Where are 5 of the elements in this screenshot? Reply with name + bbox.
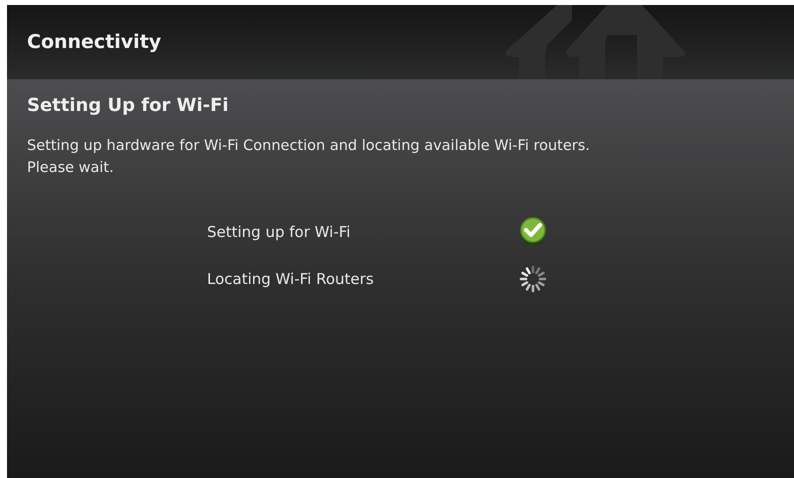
step-label: Locating Wi-Fi Routers bbox=[207, 268, 374, 290]
header-title: Connectivity bbox=[27, 30, 162, 55]
description-text: Setting up hardware for Wi-Fi Connection and locating available Wi-Fi routers. Please wait. bbox=[27, 137, 591, 178]
page-heading: Setting Up for Wi-Fi bbox=[27, 94, 230, 118]
step-label: Setting up for Wi-Fi bbox=[207, 222, 350, 243]
